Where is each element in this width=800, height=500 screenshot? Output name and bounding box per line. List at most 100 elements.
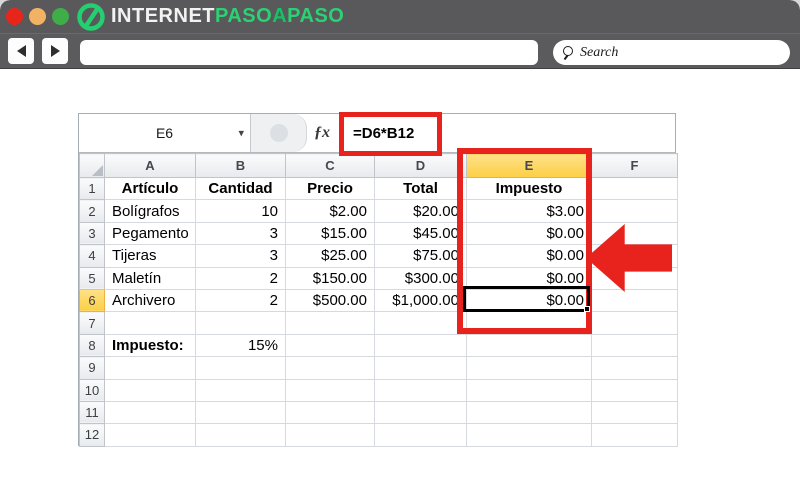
cell-E8[interactable] bbox=[466, 333, 592, 358]
cell-B3[interactable]: 3 bbox=[195, 221, 286, 246]
cell-E3[interactable]: $0.00 bbox=[466, 221, 592, 246]
cell-B11[interactable] bbox=[195, 400, 286, 425]
back-button[interactable] bbox=[8, 38, 34, 64]
cell-A8[interactable]: Impuesto: bbox=[104, 333, 196, 358]
cell-C12[interactable] bbox=[285, 423, 375, 447]
cell-F2[interactable] bbox=[591, 199, 678, 223]
col-header-C[interactable]: C bbox=[285, 153, 375, 178]
cell-A11[interactable] bbox=[104, 400, 196, 425]
cell-D3[interactable]: $45.00 bbox=[374, 221, 467, 246]
cell-C4[interactable]: $25.00 bbox=[285, 244, 375, 268]
cell-F11[interactable] bbox=[591, 400, 678, 425]
maximize-window-icon[interactable] bbox=[52, 8, 69, 25]
select-all-corner[interactable] bbox=[79, 153, 105, 178]
cell-D10[interactable] bbox=[374, 378, 467, 402]
cell-F8[interactable] bbox=[591, 333, 678, 358]
cell-A3[interactable]: Pegamento bbox=[104, 221, 196, 246]
cell-E10[interactable] bbox=[466, 378, 592, 402]
cell-E12[interactable] bbox=[466, 423, 592, 447]
cell-A2[interactable]: Bolígrafos bbox=[104, 199, 196, 223]
row-header-9[interactable]: 9 bbox=[79, 356, 105, 380]
row-header-1[interactable]: 1 bbox=[79, 176, 105, 201]
cell-B10[interactable] bbox=[195, 378, 286, 402]
cell-C11[interactable] bbox=[285, 400, 375, 425]
cell-C6[interactable]: $500.00 bbox=[285, 288, 375, 313]
col-header-F[interactable]: F bbox=[591, 153, 678, 178]
cell-A10[interactable] bbox=[104, 378, 196, 402]
cell-B8[interactable]: 15% bbox=[195, 333, 286, 358]
cell-A1[interactable]: Artículo bbox=[104, 176, 196, 201]
col-header-A[interactable]: A bbox=[104, 153, 196, 178]
cell-E5[interactable]: $0.00 bbox=[466, 266, 592, 290]
cell-B2[interactable]: 10 bbox=[195, 199, 286, 223]
cell-E6[interactable]: $0.00 bbox=[466, 288, 592, 313]
cell-F12[interactable] bbox=[591, 423, 678, 447]
cell-B6[interactable]: 2 bbox=[195, 288, 286, 313]
row-header-7[interactable]: 7 bbox=[79, 311, 105, 335]
cell-D5[interactable]: $300.00 bbox=[374, 266, 467, 290]
row-header-12[interactable]: 12 bbox=[79, 423, 105, 447]
cell-E7[interactable] bbox=[466, 311, 592, 335]
cell-A9[interactable] bbox=[104, 356, 196, 380]
formula-bar-splitter[interactable] bbox=[251, 114, 307, 152]
cell-D11[interactable] bbox=[374, 400, 467, 425]
cell-D8[interactable] bbox=[374, 333, 467, 358]
row-header-10[interactable]: 10 bbox=[79, 378, 105, 402]
col-header-E[interactable]: E bbox=[466, 153, 592, 178]
cell-E2[interactable]: $3.00 bbox=[466, 199, 592, 223]
col-header-B[interactable]: B bbox=[195, 153, 286, 178]
cell-F9[interactable] bbox=[591, 356, 678, 380]
cell-C7[interactable] bbox=[285, 311, 375, 335]
cell-D2[interactable]: $20.00 bbox=[374, 199, 467, 223]
cell-C10[interactable] bbox=[285, 378, 375, 402]
cell-A5[interactable]: Maletín bbox=[104, 266, 196, 290]
cell-D4[interactable]: $75.00 bbox=[374, 244, 467, 268]
cell-A6[interactable]: Archivero bbox=[104, 288, 196, 313]
name-box[interactable]: E6 ▾ bbox=[79, 114, 251, 152]
cell-D7[interactable] bbox=[374, 311, 467, 335]
cell-E4[interactable]: $0.00 bbox=[466, 244, 592, 268]
cell-B7[interactable] bbox=[195, 311, 286, 335]
row-header-11[interactable]: 11 bbox=[79, 400, 105, 425]
forward-button[interactable] bbox=[42, 38, 68, 64]
row-header-8[interactable]: 8 bbox=[79, 333, 105, 358]
cell-D9[interactable] bbox=[374, 356, 467, 380]
cell-E11[interactable] bbox=[466, 400, 592, 425]
minimize-window-icon[interactable] bbox=[29, 8, 46, 25]
insert-function-button[interactable]: ƒx bbox=[307, 114, 337, 152]
row-header-2[interactable]: 2 bbox=[79, 199, 105, 223]
cell-B9[interactable] bbox=[195, 356, 286, 380]
row-header-4[interactable]: 4 bbox=[79, 244, 105, 268]
cell-F6[interactable] bbox=[591, 288, 678, 313]
row-header-6[interactable]: 6 bbox=[79, 288, 105, 313]
cell-A12[interactable] bbox=[104, 423, 196, 447]
search-box[interactable]: Search bbox=[553, 40, 790, 65]
row-header-5[interactable]: 5 bbox=[79, 266, 105, 290]
col-header-D[interactable]: D bbox=[374, 153, 467, 178]
address-bar-input[interactable] bbox=[80, 40, 538, 65]
cell-D12[interactable] bbox=[374, 423, 467, 447]
cell-B4[interactable]: 3 bbox=[195, 244, 286, 268]
cell-C5[interactable]: $150.00 bbox=[285, 266, 375, 290]
cell-F10[interactable] bbox=[591, 378, 678, 402]
cell-C1[interactable]: Precio bbox=[285, 176, 375, 201]
cell-C2[interactable]: $2.00 bbox=[285, 199, 375, 223]
cell-F3[interactable] bbox=[591, 221, 678, 246]
cell-B12[interactable] bbox=[195, 423, 286, 447]
cell-F7[interactable] bbox=[591, 311, 678, 335]
chevron-down-icon[interactable]: ▾ bbox=[238, 127, 244, 140]
cell-C3[interactable]: $15.00 bbox=[285, 221, 375, 246]
cell-F1[interactable] bbox=[591, 176, 678, 201]
cell-D6[interactable]: $1,000.00 bbox=[374, 288, 467, 313]
close-window-icon[interactable] bbox=[6, 8, 23, 25]
cell-B1[interactable]: Cantidad bbox=[195, 176, 286, 201]
row-header-3[interactable]: 3 bbox=[79, 221, 105, 246]
cell-C8[interactable] bbox=[285, 333, 375, 358]
cell-E1[interactable]: Impuesto bbox=[466, 176, 592, 201]
cell-D1[interactable]: Total bbox=[374, 176, 467, 201]
cell-A7[interactable] bbox=[104, 311, 196, 335]
cell-C9[interactable] bbox=[285, 356, 375, 380]
cell-A4[interactable]: Tijeras bbox=[104, 244, 196, 268]
formula-input[interactable]: =D6*B12 bbox=[337, 114, 675, 152]
cell-E9[interactable] bbox=[466, 356, 592, 380]
